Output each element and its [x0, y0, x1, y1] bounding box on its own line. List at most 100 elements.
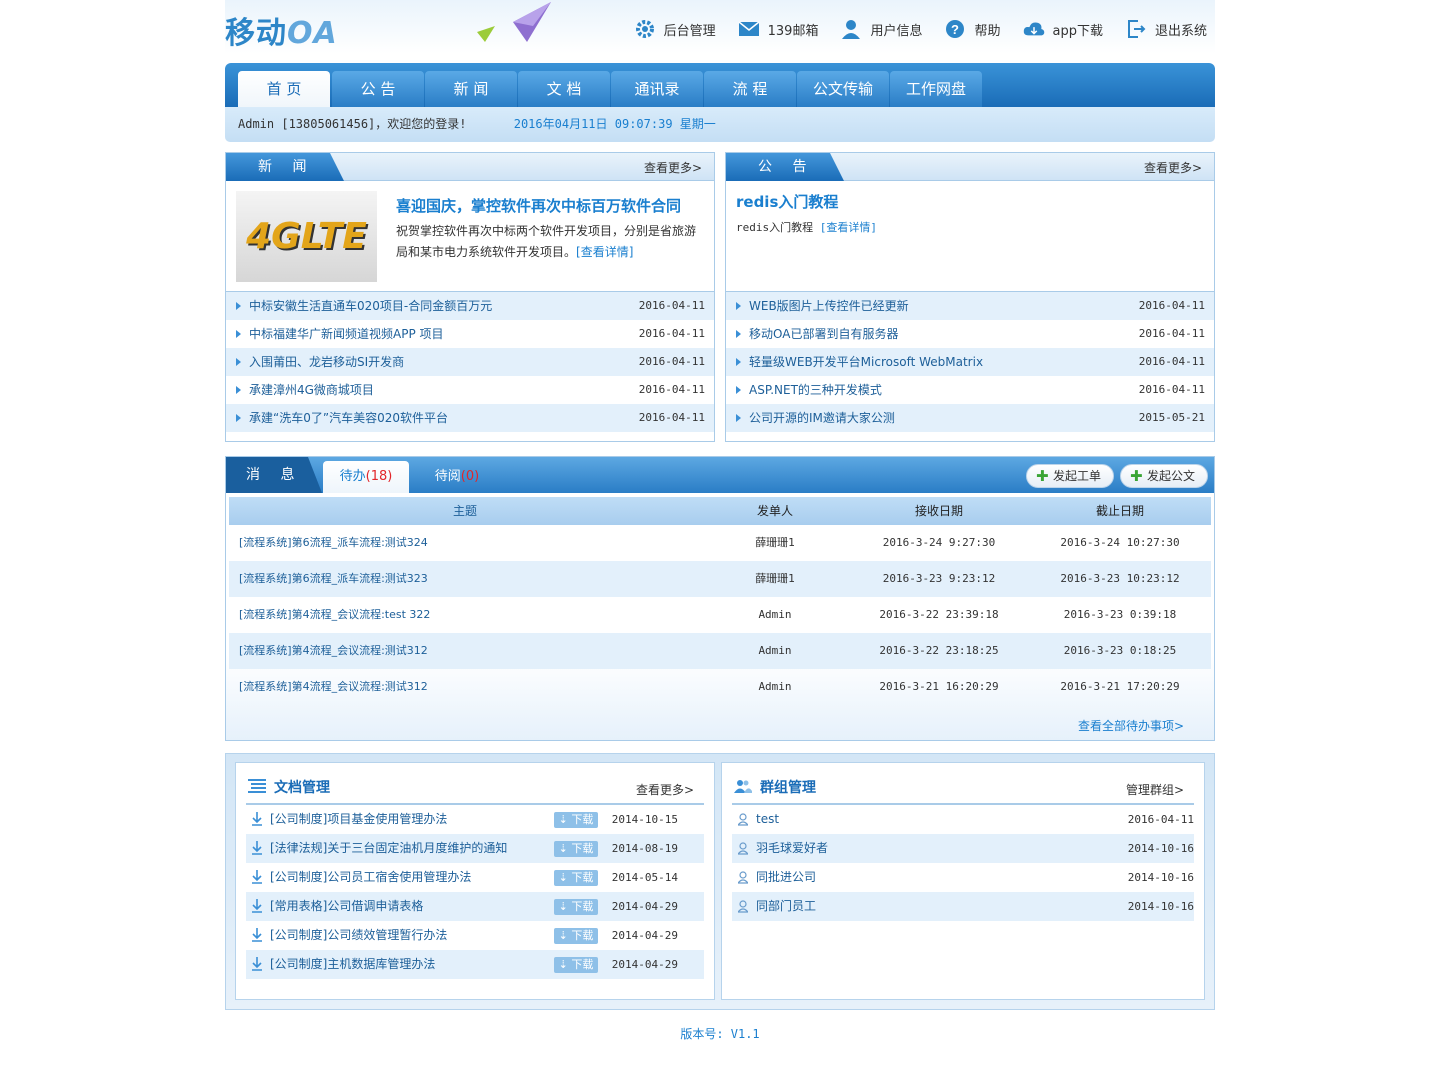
app-download-link[interactable]: app下载 [1023, 18, 1103, 40]
nav-workflow[interactable]: 流 程 [704, 71, 796, 107]
nav-contacts[interactable]: 通讯录 [611, 71, 703, 107]
news-panel: 新 闻 查看更多> 4GLTE 喜迎国庆，掌控软件再次中标百万软件合同 祝贺掌控… [225, 152, 715, 442]
list-item[interactable]: 羽毛球爱好者 2014-10-16 [732, 834, 1194, 863]
list-item[interactable]: [公司制度]公司员工宿舍使用管理办法 ⇣ 下载 2014-05-14 [246, 863, 704, 892]
list-item[interactable]: 同批进公司 2014-10-16 [732, 863, 1194, 892]
table-row[interactable]: [流程系统]第4流程_会议流程:test 322 Admin 2016-3-22 2… [229, 597, 1211, 633]
cell-subject[interactable]: [流程系统]第6流程_派车流程:测试324 [229, 525, 701, 561]
group-name: 同部门员工 [756, 899, 817, 913]
list-item[interactable]: 入围莆田、龙岩移动SI开发商 2016-04-11 [226, 348, 714, 376]
bottom-section: 文档管理 查看更多> [公司制度]项目基金使用管理办法 ⇣ 下载 2014-10-1… [225, 753, 1215, 1010]
cloud-download-icon [1023, 18, 1045, 40]
download-arrow-icon [252, 928, 262, 942]
cell-received: 2016-3-21 16:20:29 [879, 680, 999, 693]
cell-sender: 薛珊珊1 [755, 572, 795, 585]
download-label: 下载 [571, 813, 594, 826]
doc-date: 2014-08-19 [611, 842, 678, 855]
list-item[interactable]: 承建“洗车0了”汽车美容020软件平台 2016-04-11 [226, 404, 714, 432]
list-item[interactable]: [法律法规]关于三台固定油机月度维护的通知 ⇣ 下载 2014-08-19 [246, 834, 704, 863]
list-item[interactable]: ASP.NET的三种开发模式 2016-04-11 [726, 376, 1214, 404]
logout-link[interactable]: 退出系统 [1125, 18, 1207, 40]
notice-feature-detail-link[interactable]: [查看详情] [820, 221, 877, 234]
list-item[interactable]: 移动OA已部署到自有服务器 2016-04-11 [726, 320, 1214, 348]
news-feature-title[interactable]: 喜迎国庆，掌控软件再次中标百万软件合同 [396, 195, 681, 216]
col-subject: 主题 [452, 504, 477, 518]
nav-documents[interactable]: 文 档 [518, 71, 610, 107]
download-button[interactable]: ⇣ 下载 [554, 812, 598, 828]
gear-icon [634, 18, 656, 40]
download-button[interactable]: ⇣ 下载 [554, 841, 598, 857]
cell-received: 2016-3-23 9:23:12 [882, 572, 996, 585]
table-row[interactable]: [流程系统]第6流程_派车流程:测试324 薛珊珊1 2016-3-24 9:27:… [229, 525, 1211, 561]
list-item[interactable]: 承建漳州4G微商城项目 2016-04-11 [226, 376, 714, 404]
news-more-link[interactable]: 查看更多> [644, 159, 702, 176]
admin-link[interactable]: 后台管理 [634, 18, 716, 40]
table-body: [流程系统]第6流程_派车流程:测试324 薛珊珊1 2016-3-24 9:27:… [229, 525, 1211, 705]
news-feature-detail-link[interactable]: [查看详情] [576, 245, 633, 259]
nav-official-docs[interactable]: 公文传输 [797, 71, 889, 107]
group-icon [738, 900, 748, 913]
cell-subject[interactable]: [流程系统]第4流程_会议流程:测试312 [229, 669, 701, 705]
doc-title: [公司制度]公司绩效管理暂行办法 [270, 928, 448, 942]
list-item[interactable]: 中标安徽生活直通车020项目-合同金额百万元 2016-04-11 [226, 292, 714, 320]
cell-sender: Admin [758, 608, 792, 621]
nav-notice[interactable]: 公 告 [332, 71, 424, 107]
download-arrow-icon [252, 812, 262, 826]
download-arrow-icon [252, 957, 262, 971]
download-button[interactable]: ⇣ 下载 [554, 928, 598, 944]
doc-title: [公司制度]项目基金使用管理办法 [270, 812, 448, 826]
cell-subject[interactable]: [流程系统]第6流程_派车流程:测试323 [229, 561, 701, 597]
cell-sender: 薛珊珊1 [755, 536, 795, 549]
cell-subject[interactable]: [流程系统]第4流程_会议流程:测试312 [229, 633, 701, 669]
logo-oa-text: OA [287, 16, 338, 51]
download-button[interactable]: ⇣ 下载 [554, 899, 598, 915]
docs-more-link[interactable]: 查看更多> [636, 781, 694, 798]
list-item[interactable]: [公司制度]主机数据库管理办法 ⇣ 下载 2014-04-29 [246, 950, 704, 979]
download-button[interactable]: ⇣ 下载 [554, 957, 598, 973]
list-item[interactable]: WEB版图片上传控件已经更新 2016-04-11 [726, 292, 1214, 320]
groups-list: test 2016-04-11 羽毛球爱好者 2014-10-16 同批进公司 201… [722, 805, 1204, 921]
help-icon: ? [944, 18, 966, 40]
manage-groups-link[interactable]: 管理群组> [1126, 781, 1184, 798]
doc-date: 2014-10-15 [611, 813, 678, 826]
nav-cloud-disk[interactable]: 工作网盘 [890, 71, 982, 107]
list-item[interactable]: [公司制度]公司绩效管理暂行办法 ⇣ 下载 2014-04-29 [246, 921, 704, 950]
new-ticket-button[interactable]: ✚ 发起工单 [1026, 464, 1114, 488]
download-label: 下载 [571, 842, 594, 855]
notice-feature-title[interactable]: redis入门教程 [736, 191, 838, 212]
groups-panel-header: 群组管理 管理群组> [732, 763, 1194, 805]
nav-home[interactable]: 首 页 [238, 71, 330, 107]
list-item[interactable]: test 2016-04-11 [732, 805, 1194, 834]
list-item[interactable]: 公司开源的IM邀请大家公测 2015-05-21 [726, 404, 1214, 432]
list-item[interactable]: [公司制度]项目基金使用管理办法 ⇣ 下载 2014-10-15 [246, 805, 704, 834]
view-all-todo-link[interactable]: 查看全部待办事项> [1078, 717, 1184, 734]
list-item[interactable]: 同部门员工 2014-10-16 [732, 892, 1194, 921]
list-item-title: 移动OA已部署到自有服务器 [749, 327, 899, 341]
group-users-icon [734, 780, 752, 793]
list-item[interactable]: 中标福建华广新闻频道视频APP 项目 2016-04-11 [226, 320, 714, 348]
download-button[interactable]: ⇣ 下载 [554, 870, 598, 886]
messages-title: 消 息 [226, 457, 322, 493]
welcome-bar: Admin [13805061456]，欢迎您的登录! 2016年04月11日 … [225, 107, 1215, 142]
help-link[interactable]: ? 帮助 [944, 18, 1001, 40]
cell-deadline: 2016-3-21 17:20:29 [1060, 680, 1180, 693]
nav-news[interactable]: 新 闻 [425, 71, 517, 107]
cell-received: 2016-3-22 23:18:25 [879, 644, 999, 657]
paper-plane-icon [477, 2, 551, 42]
mail-link[interactable]: 139邮箱 [738, 18, 819, 40]
table-row[interactable]: [流程系统]第6流程_派车流程:测试323 薛珊珊1 2016-3-23 9:23:… [229, 561, 1211, 597]
notice-more-link[interactable]: 查看更多> [1144, 159, 1202, 176]
table-row[interactable]: [流程系统]第4流程_会议流程:测试312 Admin 2016-3-21 16:2… [229, 669, 1211, 705]
table-row[interactable]: [流程系统]第4流程_会议流程:测试312 Admin 2016-3-22 23:1… [229, 633, 1211, 669]
list-item[interactable]: 轻量级WEB开发平台Microsoft WebMatrix 2016-04-11 [726, 348, 1214, 376]
download-label: 下载 [571, 958, 594, 971]
new-document-button[interactable]: ✚ 发起公文 [1120, 464, 1208, 488]
news-feature-image[interactable]: 4GLTE [236, 191, 377, 282]
mail-link-label: 139邮箱 [767, 23, 819, 39]
tab-todo[interactable]: 待办(18) [323, 461, 409, 493]
user-info-link[interactable]: 用户信息 [840, 18, 922, 40]
tab-toread[interactable]: 待阅(0) [412, 461, 502, 493]
admin-link-label: 后台管理 [663, 23, 716, 39]
cell-subject[interactable]: [流程系统]第4流程_会议流程:test 322 [229, 597, 701, 633]
list-item[interactable]: [常用表格]公司借调申请表格 ⇣ 下载 2014-04-29 [246, 892, 704, 921]
